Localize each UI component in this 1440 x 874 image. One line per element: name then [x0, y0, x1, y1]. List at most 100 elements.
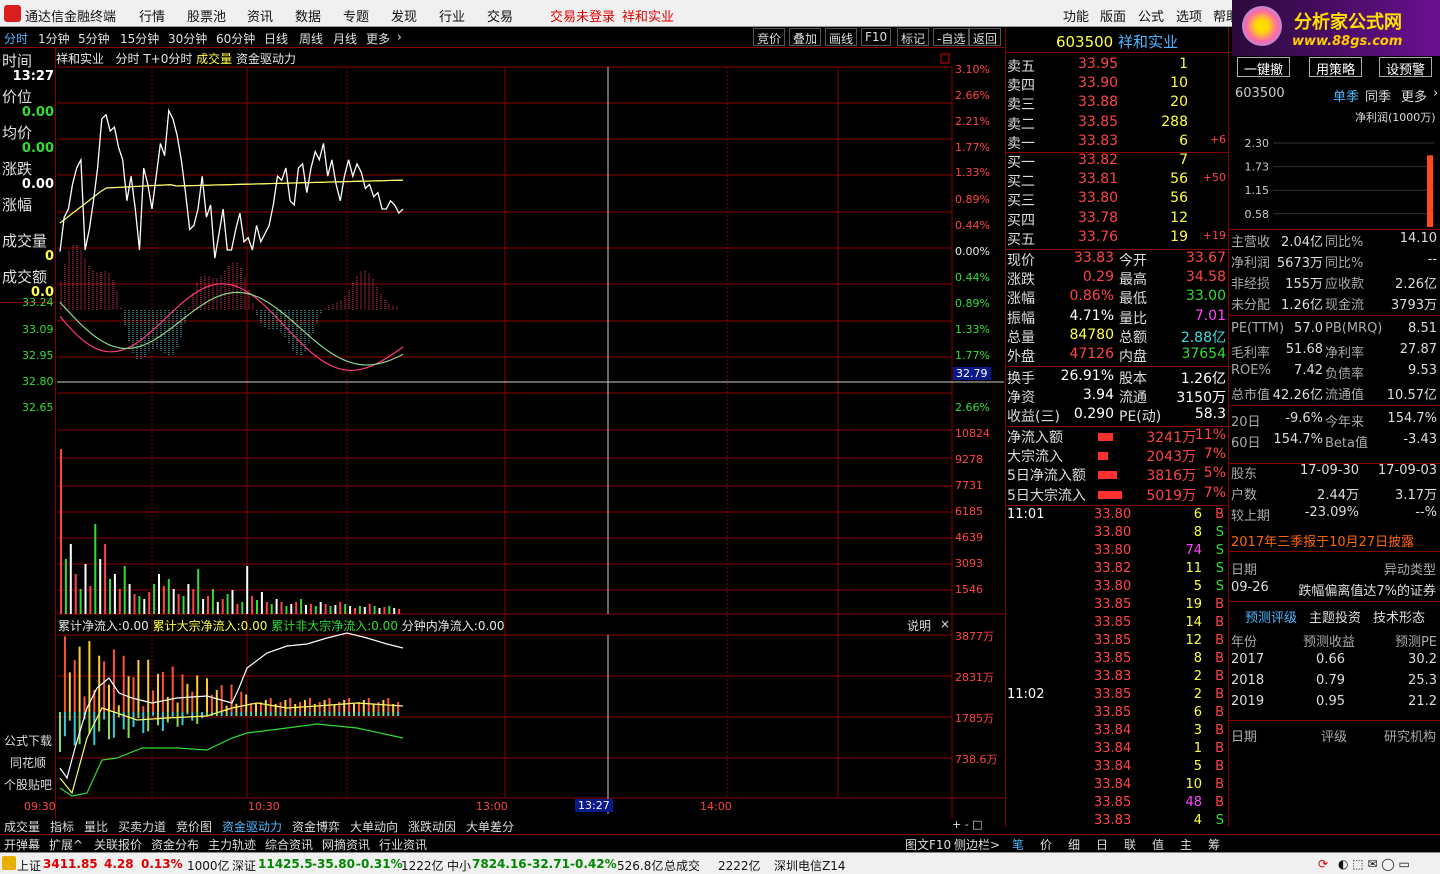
report-notice[interactable]: 2017年三季报于10月27日披露: [1231, 531, 1440, 550]
login-status[interactable]: 交易未登录: [550, 6, 615, 25]
forecast-header: 年份 预测收益 预测PE: [1231, 631, 1439, 650]
menu-item-hy[interactable]: 行业: [439, 6, 465, 25]
order-row[interactable]: 卖一 33.83 6 +6: [1006, 133, 1228, 152]
indicator-tab[interactable]: 大单动向: [350, 818, 398, 835]
link-stock-forum[interactable]: 个股贴吧: [4, 776, 52, 793]
indicator-tab[interactable]: 量比: [84, 818, 108, 835]
period-tab-month[interactable]: 月线: [333, 30, 357, 47]
tool-f10[interactable]: F10: [861, 28, 892, 46]
sh-label[interactable]: 上证: [17, 857, 41, 874]
period-tab-1m[interactable]: 1分钟: [38, 30, 70, 47]
menu-item-gn[interactable]: 功能: [1063, 6, 1089, 25]
indicator-tab[interactable]: 资金驱动力: [222, 818, 282, 835]
period-tab-60m[interactable]: 60分钟: [216, 30, 255, 47]
price-value: 0.00: [21, 105, 54, 120]
order-row[interactable]: 卖四 33.90 10: [1006, 75, 1228, 94]
chevron-right-icon[interactable]: ›: [1433, 86, 1438, 101]
tick-side: B: [1215, 597, 1224, 612]
info-tab[interactable]: 主力轨迹: [208, 836, 256, 853]
info-tab[interactable]: 开弹幕: [4, 836, 40, 853]
tick-row: 33.80 74 S: [1006, 543, 1228, 562]
order-row[interactable]: 卖三 33.88 20: [1006, 94, 1228, 113]
order-row[interactable]: 卖二 33.85 288: [1006, 114, 1228, 133]
period-tab-fs[interactable]: 分时: [4, 30, 28, 47]
indicator-tab[interactable]: 指标: [50, 818, 74, 835]
server-name[interactable]: 深圳电信Z14: [774, 857, 846, 874]
close-icon[interactable]: ×: [940, 617, 950, 631]
menu-item-zx[interactable]: 资讯: [247, 6, 273, 25]
menu-item-gpc[interactable]: 股票池: [187, 6, 226, 25]
tick-volume: 6: [1193, 507, 1202, 522]
zx-label[interactable]: 中小: [447, 857, 471, 874]
one-click-cancel-button[interactable]: 一键撤: [1237, 57, 1291, 78]
order-row[interactable]: 买五 33.76 19 +19: [1006, 229, 1228, 248]
menu-item-xx[interactable]: 选项: [1176, 6, 1202, 25]
fin-value: 2.26亿: [1395, 277, 1437, 292]
menu-item-jy[interactable]: 交易: [487, 6, 513, 25]
tab-same-quarter[interactable]: 同季: [1365, 86, 1391, 105]
period-tab-more[interactable]: 更多: [366, 30, 390, 47]
tool-remove-fav[interactable]: -自选: [933, 28, 970, 46]
order-volume: 10: [1170, 75, 1188, 92]
order-row[interactable]: 卖五 33.95 1: [1006, 56, 1228, 75]
fin-value: 57.0: [1294, 321, 1323, 336]
zoom-controls[interactable]: + - □: [952, 818, 983, 831]
indicator-tab[interactable]: 买卖力道: [118, 818, 166, 835]
tool-mark[interactable]: 标记: [897, 28, 930, 46]
period-tab-15m[interactable]: 15分钟: [120, 30, 159, 47]
info-tab[interactable]: 关联报价: [94, 836, 142, 853]
tab-technical[interactable]: 技术形态: [1373, 607, 1425, 626]
info-tab[interactable]: 网摘资讯: [322, 836, 370, 853]
status-icons[interactable]: ◐ ⬚ ✉ ◯ ▭: [1338, 857, 1410, 871]
info-tab[interactable]: 行业资讯: [379, 836, 427, 853]
order-row[interactable]: 买一 33.82 7: [1006, 152, 1228, 171]
menu-item-fx[interactable]: 发现: [391, 6, 417, 25]
info-tab[interactable]: 综合资讯: [265, 836, 313, 853]
period-tab-day[interactable]: 日线: [264, 30, 288, 47]
set-alert-button[interactable]: 设预警: [1379, 57, 1433, 78]
pct-axis-label: 0.44%: [955, 271, 990, 284]
f10-toggle[interactable]: 图文F10: [905, 836, 951, 853]
info-tab[interactable]: 资金分布: [151, 836, 199, 853]
order-row[interactable]: 买四 33.78 12: [1006, 210, 1228, 229]
tab-forecast[interactable]: 预测评级: [1245, 607, 1297, 626]
period-tab-30m[interactable]: 30分钟: [168, 30, 207, 47]
indicator-tab[interactable]: 大单差分: [466, 818, 514, 835]
chevron-right-icon[interactable]: ›: [397, 30, 402, 44]
menu-item-hq[interactable]: 行情: [139, 6, 165, 25]
use-strategy-button[interactable]: 用策略: [1309, 57, 1363, 78]
order-row[interactable]: 买三 33.80 56: [1006, 190, 1228, 209]
info-tab[interactable]: 扩展^: [49, 836, 83, 853]
menu-item-gs[interactable]: 公式: [1138, 6, 1164, 25]
tab-more[interactable]: 更多: [1401, 86, 1427, 105]
indicator-tab[interactable]: 成交量: [4, 818, 40, 835]
indicator-tab[interactable]: 竞价图: [176, 818, 212, 835]
link-tonghuashun[interactable]: 同花顺: [10, 754, 46, 771]
indicator-tab[interactable]: 资金博弈: [292, 818, 340, 835]
event-type[interactable]: 跌幅偏离值达7%的证券: [1298, 580, 1436, 599]
indicator-tab[interactable]: 涨跌动因: [408, 818, 456, 835]
tab-theme[interactable]: 主题投资: [1309, 607, 1361, 626]
left-info-panel: 时间 13:27 价位 0.00 均价 0.00 涨跌 0.00 涨幅 成交量 …: [0, 48, 56, 818]
refresh-icon[interactable]: ⟳: [1318, 857, 1328, 871]
menu-item-zt[interactable]: 专题: [343, 6, 369, 25]
period-tab-5m[interactable]: 5分钟: [78, 30, 110, 47]
tool-back[interactable]: 返回: [969, 28, 1002, 46]
tab-single-quarter[interactable]: 单季: [1333, 86, 1359, 105]
menu-item-bm[interactable]: 版面: [1100, 6, 1126, 25]
flow-explain-button[interactable]: 说明: [907, 617, 931, 634]
order-row[interactable]: 买二 33.81 56 +50: [1006, 171, 1228, 190]
sidebar-toggle[interactable]: 侧边栏>: [954, 836, 1000, 853]
menu-item-sj[interactable]: 数据: [295, 6, 321, 25]
tick-volume: 11: [1185, 561, 1202, 576]
sz-label[interactable]: 深证: [232, 857, 256, 874]
tick-side: B: [1215, 687, 1224, 702]
tool-overlay[interactable]: 叠加: [789, 28, 822, 46]
intraday-chart[interactable]: [57, 48, 1004, 818]
stat-label: PE(动): [1119, 409, 1162, 426]
forecast-header-cell: 预测收益: [1303, 635, 1356, 650]
period-tab-week[interactable]: 周线: [299, 30, 323, 47]
tool-draw[interactable]: 画线: [825, 28, 858, 46]
link-formula-download[interactable]: 公式下载: [4, 732, 52, 749]
tool-bidding[interactable]: 竞价: [753, 28, 786, 46]
